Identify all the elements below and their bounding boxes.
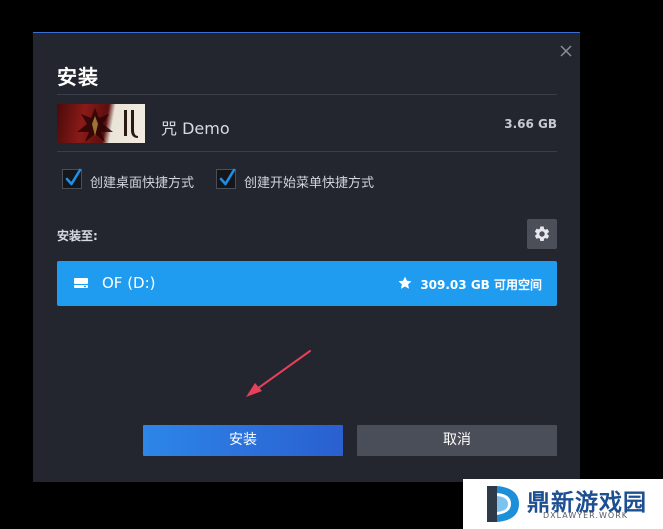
checkmark-icon: [65, 168, 82, 186]
divider: [57, 94, 557, 95]
install-settings-button[interactable]: [527, 219, 557, 249]
dialog-title: 安装: [57, 65, 99, 89]
divider: [57, 151, 557, 152]
game-size: 3.66 GB: [504, 117, 557, 131]
game-title: 咒 Demo: [161, 119, 230, 138]
close-icon: [560, 45, 572, 57]
checkmark-icon: [219, 168, 236, 186]
drive-icon: [74, 278, 88, 288]
drive-option-selected[interactable]: OF (D:) 309.03 GB 可用空间: [57, 261, 557, 306]
desktop-shortcut-label: 创建桌面快捷方式: [90, 176, 195, 191]
annotation-arrow: [246, 350, 311, 397]
watermark-subtitle: DXLAWYER.WORK: [543, 511, 628, 520]
site-logo-icon: [487, 486, 519, 522]
game-art-glyph: [124, 110, 138, 138]
close-button[interactable]: [557, 42, 575, 60]
gear-icon: [534, 226, 550, 241]
start-menu-shortcut-label: 创建开始菜单快捷方式: [244, 176, 375, 191]
start-menu-shortcut-checkbox[interactable]: [216, 168, 236, 189]
game-art-figure: [77, 108, 113, 142]
game-thumbnail: [57, 104, 145, 143]
site-watermark: 鼎新游戏园 DXLAWYER.WORK: [463, 479, 663, 529]
install-location-label: 安装至:: [57, 229, 98, 243]
install-button[interactable]: 安装: [143, 425, 343, 456]
desktop-shortcut-checkbox[interactable]: [62, 168, 82, 189]
star-icon: [398, 276, 412, 289]
install-dialog: 安装 咒 Demo 3.66 GB 创建桌面快捷方式 创建开始菜单快捷方式 安装…: [33, 32, 580, 482]
cancel-button[interactable]: 取消: [357, 425, 557, 456]
screenshot-stage: 安装 咒 Demo 3.66 GB 创建桌面快捷方式 创建开始菜单快捷方式 安装…: [0, 0, 663, 529]
drive-name: OF (D:): [102, 274, 156, 292]
drive-free-space: 309.03 GB 可用空间: [420, 278, 542, 292]
